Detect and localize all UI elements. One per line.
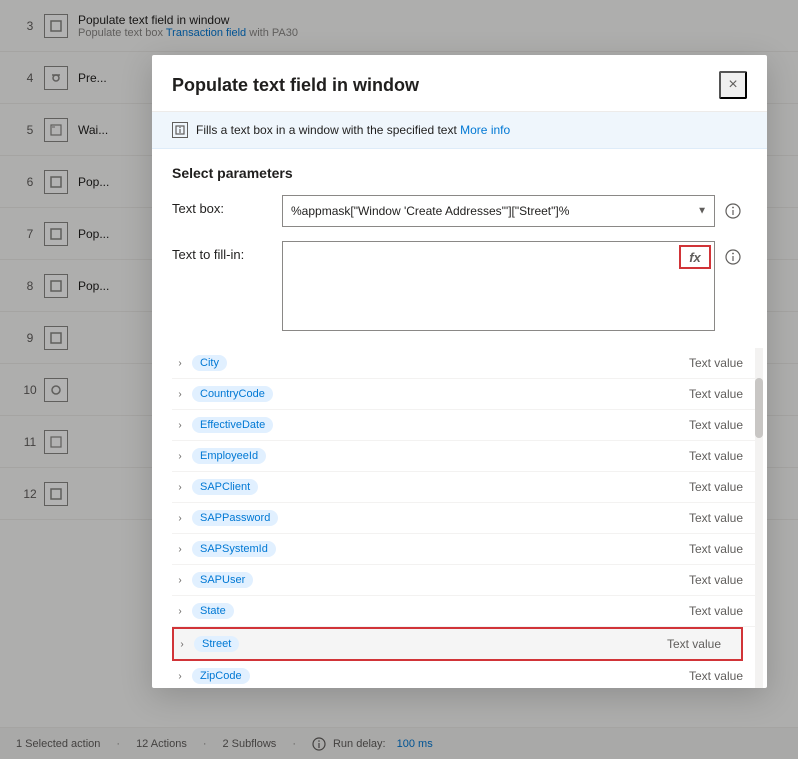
textarea-wrapper: fx [282,241,715,334]
var-row[interactable]: › City Text value [172,348,763,379]
var-type: Text value [689,387,755,401]
var-row[interactable]: › SAPUser Text value [172,565,763,596]
text-fill-textarea[interactable] [282,241,715,331]
var-type: Text value [689,511,755,525]
text-box-label: Text box: [172,195,282,216]
variables-section: › City Text value › CountryCode Text val… [152,348,763,688]
var-type: Text value [667,637,733,651]
variables-list: › City Text value › CountryCode Text val… [172,348,763,688]
var-expand-icon: › [172,668,188,684]
var-type: Text value [689,573,755,587]
text-box-row: Text box: %appmask["Window 'Create Addre… [172,195,747,227]
var-expand-icon: › [172,417,188,433]
var-badge[interactable]: Street [194,636,239,652]
var-expand-icon: › [172,386,188,402]
var-row[interactable]: › SAPSystemId Text value [172,534,763,565]
var-badge[interactable]: State [192,603,234,619]
var-row[interactable]: › SAPPassword Text value [172,503,763,534]
text-fill-info-button[interactable] [719,241,747,273]
text-fill-row: Text to fill-in: fx [172,241,747,334]
var-badge[interactable]: SAPPassword [192,510,278,526]
var-badge[interactable]: EffectiveDate [192,417,273,433]
var-row[interactable]: › SAPClient Text value [172,472,763,503]
var-expand-icon: › [172,572,188,588]
var-badge[interactable]: SAPClient [192,479,258,495]
var-type: Text value [689,542,755,556]
info-bar-text: Fills a text box in a window with the sp… [196,123,510,137]
var-badge[interactable]: CountryCode [192,386,273,402]
var-expand-icon: › [172,603,188,619]
fx-button[interactable]: fx [679,245,711,269]
var-type: Text value [689,418,755,432]
var-type: Text value [689,604,755,618]
info-bar: Fills a text box in a window with the sp… [152,112,767,149]
modal-dialog: Populate text field in window × Fills a … [152,55,767,688]
params-title: Select parameters [172,165,747,181]
var-row[interactable]: › EffectiveDate Text value [172,410,763,441]
var-type: Text value [689,449,755,463]
var-row[interactable]: › Street Text value [172,627,743,661]
var-type: Text value [689,356,755,370]
var-type: Text value [689,669,755,683]
var-badge[interactable]: SAPUser [192,572,253,588]
var-badge[interactable]: EmployeeId [192,448,266,464]
var-expand-icon: › [174,636,190,652]
var-type: Text value [689,480,755,494]
text-box-select[interactable]: %appmask["Window 'Create Addresses'"]["S… [282,195,715,227]
text-fill-control: fx [282,241,715,334]
var-row[interactable]: › State Text value [172,596,763,627]
scrollbar-track [755,348,763,688]
var-expand-icon: › [172,479,188,495]
var-expand-icon: › [172,355,188,371]
text-fill-label: Text to fill-in: [172,241,282,262]
more-info-link[interactable]: More info [460,123,510,137]
var-row[interactable]: › ZipCode Text value [172,661,763,688]
params-section: Select parameters Text box: %appmask["Wi… [152,149,767,348]
modal-title: Populate text field in window [172,75,419,96]
var-expand-icon: › [172,541,188,557]
var-expand-icon: › [172,510,188,526]
info-icon [172,122,188,138]
var-row[interactable]: › CountryCode Text value [172,379,763,410]
modal-header: Populate text field in window × [152,55,767,112]
var-row[interactable]: › EmployeeId Text value [172,441,763,472]
var-badge[interactable]: SAPSystemId [192,541,276,557]
var-expand-icon: › [172,448,188,464]
text-box-info-button[interactable] [719,195,747,227]
modal-close-button[interactable]: × [719,71,747,99]
scrollbar-thumb[interactable] [755,378,763,438]
var-badge[interactable]: ZipCode [192,668,250,684]
text-box-control: %appmask["Window 'Create Addresses'"]["S… [282,195,715,227]
var-badge[interactable]: City [192,355,227,371]
